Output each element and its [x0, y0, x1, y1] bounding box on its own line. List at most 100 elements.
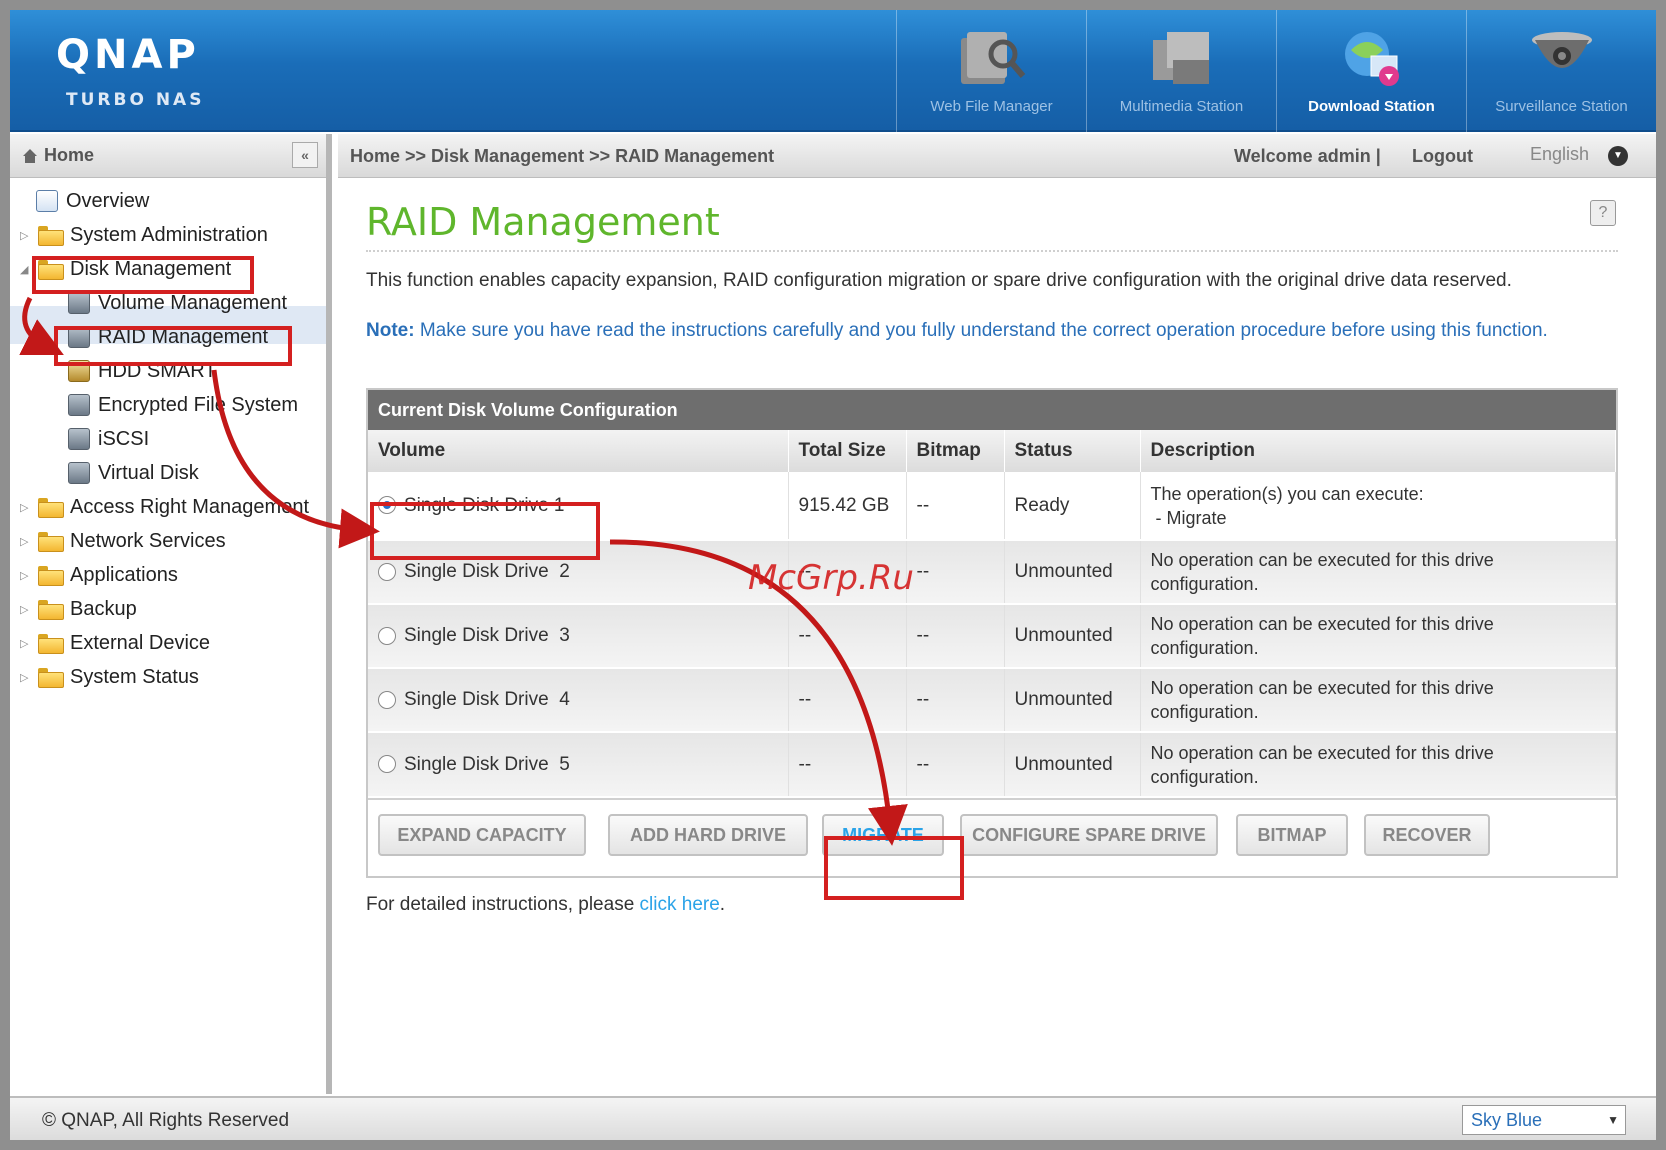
theme-select[interactable]: Sky Blue ▼: [1462, 1105, 1626, 1135]
add-hard-drive-button[interactable]: ADD HARD DRIVE: [608, 814, 808, 856]
click-here-link[interactable]: click here: [640, 894, 720, 915]
expand-capacity-button[interactable]: EXPAND CAPACITY: [378, 814, 586, 856]
folder-icon: [38, 566, 64, 586]
radio-button[interactable]: [378, 626, 396, 645]
app-multimedia-station[interactable]: Multimedia Station: [1086, 10, 1276, 132]
welcome-text: Welcome admin |: [1234, 146, 1381, 167]
app-download-station[interactable]: Download Station: [1276, 10, 1466, 132]
radio-button[interactable]: [378, 690, 396, 709]
sidebar-item-applications[interactable]: ▷ Applications: [20, 560, 178, 590]
description-line: The operation(s) you can execute:: [1150, 483, 1424, 504]
configure-spare-drive-button[interactable]: CONFIGURE SPARE DRIVE: [960, 814, 1218, 856]
sidebar-item-external-device[interactable]: ▷ External Device: [20, 628, 210, 658]
description-cell: The operation(s) you can execute: - Migr…: [1140, 472, 1616, 540]
column-header: Status: [1004, 430, 1141, 472]
sidebar-item-label: External Device: [70, 631, 211, 654]
collapse-sidebar-button[interactable]: «: [292, 142, 318, 168]
chevron-down-icon: ▼: [1607, 1113, 1619, 1127]
volume-config-panel: Current Disk Volume Configuration Volume…: [366, 388, 1618, 878]
description-line: configuration.: [1150, 702, 1259, 722]
app-surveillance-station[interactable]: Surveillance Station: [1466, 10, 1656, 132]
sidebar-item-backup[interactable]: ▷ Backup: [20, 594, 137, 624]
column-header: Bitmap: [906, 430, 1005, 472]
app-web-file-manager[interactable]: Web File Manager: [896, 10, 1086, 132]
collapse-icon[interactable]: ◢: [20, 263, 32, 276]
table-row[interactable]: Single Disk Drive 5 -- -- Unmounted No o…: [368, 731, 1616, 796]
language-select[interactable]: English: [1530, 144, 1589, 165]
instructions-prefix: For detailed instructions, please: [366, 894, 640, 915]
action-bar: EXPAND CAPACITY ADD HARD DRIVE MIGRATE C…: [368, 798, 1616, 876]
dropdown-arrow-icon[interactable]: ▼: [1608, 146, 1628, 166]
sidebar-item-system-status[interactable]: ▷ System Status: [20, 662, 199, 692]
sidebar-item-label: iSCSI: [98, 427, 150, 450]
description-line: - Migrate: [1150, 507, 1227, 528]
folder-icon: [38, 600, 64, 620]
bitmap-cell: --: [906, 731, 1005, 796]
panel-title: Current Disk Volume Configuration: [368, 390, 1616, 430]
table-row[interactable]: Single Disk Drive 4 -- -- Unmounted No o…: [368, 667, 1616, 732]
expand-icon[interactable]: ▷: [20, 671, 32, 684]
file-manager-icon: [961, 32, 1026, 84]
lock-icon: [68, 394, 90, 416]
bitmap-button[interactable]: BITMAP: [1236, 814, 1348, 856]
size-cell: --: [788, 667, 907, 732]
volume-cell[interactable]: Single Disk Drive 3: [368, 603, 789, 668]
volume-cell[interactable]: Single Disk Drive 5: [368, 731, 789, 796]
expand-icon[interactable]: ▷: [20, 535, 32, 548]
description-line: No operation can be executed for this dr…: [1150, 614, 1494, 634]
sidebar-item-virtual-disk[interactable]: Virtual Disk: [68, 458, 199, 488]
app-label: Download Station: [1308, 98, 1435, 115]
sidebar-item-encrypted-file-system[interactable]: Encrypted File System: [68, 390, 298, 420]
instructions-text: For detailed instructions, please click …: [366, 894, 725, 916]
folder-icon: [38, 498, 64, 518]
sidebar-header: Home «: [10, 134, 326, 178]
volume-name: Single Disk Drive 3: [404, 625, 570, 646]
app-launcher: Web File Manager Multimedia Station Down…: [896, 10, 1656, 132]
app-label: Multimedia Station: [1119, 98, 1244, 115]
folder-icon: [38, 532, 64, 552]
bitmap-cell: --: [906, 472, 1005, 540]
sidebar-item-network-services[interactable]: ▷ Network Services: [20, 526, 226, 556]
theme-value: Sky Blue: [1471, 1110, 1543, 1130]
sidebar-item-overview[interactable]: Overview: [36, 186, 149, 216]
table-row[interactable]: Single Disk Drive 3 -- -- Unmounted No o…: [368, 603, 1616, 668]
sidebar-item-system-administration[interactable]: ▷ System Administration: [20, 220, 268, 250]
folder-icon: [38, 634, 64, 654]
column-header: Volume: [368, 430, 789, 472]
sidebar-item-label: Network Services: [70, 529, 226, 552]
note-label: Note:: [366, 320, 415, 341]
sidebar-item-label: Access Right Management: [70, 495, 310, 518]
recover-button[interactable]: RECOVER: [1364, 814, 1490, 856]
expand-icon[interactable]: ▷: [20, 501, 32, 514]
expand-icon[interactable]: ▷: [20, 229, 32, 242]
page-footer: © QNAP, All Rights Reserved Sky Blue ▼: [10, 1096, 1656, 1140]
volume-name: Single Disk Drive 4: [404, 689, 570, 710]
page-description: This function enables capacity expansion…: [366, 270, 1512, 291]
logo-subtitle: TURBO NAS: [66, 90, 205, 110]
description-cell: No operation can be executed for this dr…: [1140, 731, 1616, 796]
column-header: Total Size: [788, 430, 907, 472]
annotation-box-drive-1: [370, 502, 600, 560]
description-cell: No operation can be executed for this dr…: [1140, 603, 1616, 668]
sidebar-item-label: Volume Management: [98, 291, 288, 314]
radio-button[interactable]: [378, 755, 396, 774]
sidebar-item-access-right-management[interactable]: ▷ Access Right Management: [20, 492, 309, 522]
volume-cell[interactable]: Single Disk Drive 4: [368, 667, 789, 732]
expand-icon[interactable]: ▷: [20, 603, 32, 616]
status-cell: Unmounted: [1004, 539, 1141, 604]
instructions-suffix: .: [719, 894, 726, 915]
status-cell: Unmounted: [1004, 667, 1141, 732]
logout-link[interactable]: Logout: [1412, 146, 1473, 167]
welcome-label: Welcome admin: [1234, 146, 1371, 166]
sidebar-item-label: System Administration: [70, 223, 268, 246]
column-header: Description: [1140, 430, 1616, 472]
sidebar-item-iscsi[interactable]: iSCSI: [68, 424, 149, 454]
radio-button[interactable]: [378, 562, 396, 581]
description-line: No operation can be executed for this dr…: [1150, 550, 1494, 570]
expand-icon[interactable]: ▷: [20, 569, 32, 582]
expand-icon[interactable]: ▷: [20, 637, 32, 650]
help-icon[interactable]: ?: [1590, 200, 1616, 226]
main-content: Home >> Disk Management >> RAID Manageme…: [338, 134, 1656, 1094]
status-cell: Ready: [1004, 472, 1141, 540]
annotation-box-raid-management: [54, 326, 292, 366]
